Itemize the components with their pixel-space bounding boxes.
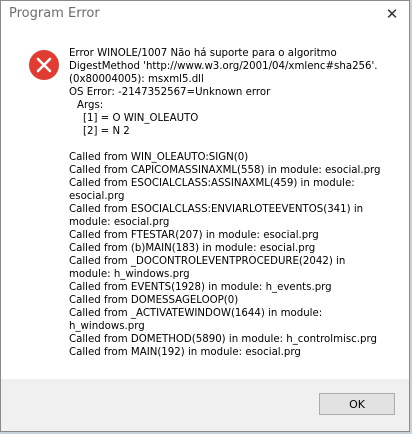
error-message: Error WINOLE/1007 Não há suporte para o … (69, 47, 399, 359)
message-line: Called from FTESTAR(207) in module: esoc… (69, 230, 319, 241)
message-line: (0x80004005): msxml5.dll (69, 74, 204, 85)
message-line: Called from DOMETHOD(5890) in module: h_… (69, 334, 377, 345)
close-icon[interactable]: ✕ (375, 1, 409, 27)
message-line: Error WINOLE/1007 Não há suporte para o … (69, 48, 337, 59)
message-line: Args: (77, 100, 104, 111)
message-line: module: esocial.prg (69, 217, 170, 228)
message-line: h_windows.prg (69, 321, 145, 332)
message-line: Called from (b)MAIN(183) in module: esoc… (69, 243, 316, 254)
message-line: Called from EVENTS(1928) in module: h_ev… (69, 282, 332, 293)
message-line: [2] = N 2 (83, 126, 130, 137)
message-line: Called from _ACTIVATEWINDOW(1644) in mod… (69, 308, 323, 319)
message-line: Called from CAPICOMASSINAXML(558) in mod… (69, 165, 381, 176)
message-line: Called from ESOCIALCLASS:ENVIARLOTEEVENT… (69, 204, 364, 215)
error-icon (29, 50, 59, 80)
message-line: Called from WIN_OLEAUTO:SIGN(0) (69, 152, 249, 163)
message-line: Called from MAIN(192) in module: esocial… (69, 347, 301, 358)
message-line: Called from _DOCONTROLEVENTPROCEDURE(204… (69, 256, 346, 267)
message-line: esocial.prg (69, 191, 125, 202)
dialog-content: Error WINOLE/1007 Não há suporte para o … (1, 29, 409, 379)
ok-button[interactable]: OK (319, 393, 395, 415)
dialog-footer: OK (1, 379, 409, 431)
message-line: Called from DOMESSAGELOOP(0) (69, 295, 239, 306)
title-bar[interactable]: Program Error ✕ (1, 1, 409, 29)
message-line: DigestMethod 'http://www.w3.org/2001/04/… (69, 61, 378, 72)
error-dialog: Program Error ✕ Error WINOLE/1007 Não há… (0, 0, 410, 432)
window-title: Program Error (9, 6, 100, 21)
message-line: [1] = O WIN_OLEAUTO (83, 113, 199, 124)
message-line: module: h_windows.prg (69, 269, 190, 280)
message-line: OS Error: -2147352567=Unknown error (69, 87, 271, 98)
message-line: Called from ESOCIALCLASS:ASSINAXML(459) … (69, 178, 355, 189)
